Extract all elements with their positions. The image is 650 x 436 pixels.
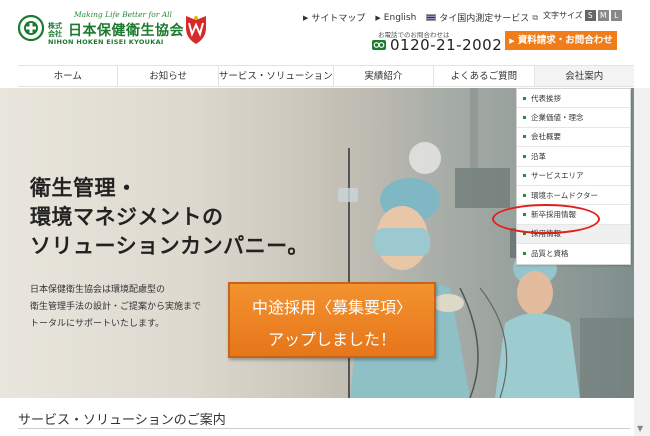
- request-info-contact-label: 資料請求・お問合わせ: [517, 35, 613, 46]
- page-scrollbar[interactable]: [634, 88, 650, 436]
- english-link[interactable]: ▶ English: [375, 11, 416, 24]
- nav-item-services[interactable]: サービス・ソリューション: [219, 66, 334, 86]
- recruitment-banner-title: 中途採用〈募集要項〉: [251, 298, 412, 317]
- logo-company-name: 日本保健衛生協会: [68, 23, 184, 39]
- phone-contact[interactable]: 0120-21-2002: [372, 36, 502, 54]
- triangle-right-icon: ▶: [303, 13, 309, 22]
- hero-headline-line: 衛生管理・: [30, 176, 138, 200]
- bullet-square-icon: [523, 96, 526, 100]
- global-nav: ホーム お知らせ サービス・ソリューション 実績紹介 よくあるご質問 会社案内: [18, 65, 634, 87]
- mid-career-recruitment-banner[interactable]: 中途採用〈募集要項〉 アップしました！: [228, 282, 436, 358]
- thailand-service-link[interactable]: タイ国内測定サービス ⧉: [426, 11, 538, 24]
- free-dial-icon: [372, 40, 386, 50]
- recruitment-banner-subtitle: アップしました！: [267, 330, 396, 349]
- sitemap-link[interactable]: ▶ サイトマップ: [303, 11, 366, 25]
- english-link-label: English: [383, 12, 417, 23]
- phone-number: 0120-21-2002: [390, 36, 503, 54]
- submenu-item-overview[interactable]: 会社概要: [517, 128, 630, 148]
- site-header: Making Life Better for All 株式会社 日本保健衛生協会…: [0, 0, 650, 60]
- scroll-down-arrow-icon[interactable]: ▼: [637, 424, 643, 433]
- utility-links: ▶ サイトマップ ▶ English タイ国内測定サービス ⧉: [303, 11, 548, 25]
- section-divider: [18, 428, 630, 429]
- submenu-item-label: 品質と資格: [531, 249, 569, 259]
- hero-headline: 衛生管理・ 環境マネジメントの ソリューションカンパニー。: [30, 174, 309, 261]
- hero-headline-line: 環境マネジメントの: [30, 205, 224, 229]
- submenu-item-values[interactable]: 企業価値・理念: [517, 108, 630, 128]
- hero-headline-line: ソリューションカンパニー。: [30, 234, 309, 258]
- hero-description-line: 衛生管理手法の設計・ご提案から実施まで: [30, 302, 202, 312]
- thailand-flag-icon: [426, 14, 437, 21]
- section-title-services: サービス・ソリューションのご案内: [18, 413, 226, 428]
- hero-description-line: 日本保健衛生協会は環境配慮型の: [30, 285, 166, 295]
- external-link-icon: ⧉: [532, 12, 539, 22]
- logo-company-name-en: NIHON HOKEN EISEI KYOUKAI: [48, 38, 164, 46]
- submenu-item-history[interactable]: 沿革: [517, 147, 630, 167]
- triangle-right-icon: ▶: [509, 37, 515, 45]
- submenu-item-label: 会社概要: [531, 132, 561, 142]
- hero-description: 日本保健衛生協会は環境配慮型の 衛生管理手法の設計・ご提案から実施まで トータル…: [30, 282, 201, 333]
- submenu-item-greeting[interactable]: 代表挨拶: [517, 89, 630, 109]
- submenu-item-label: 沿革: [531, 151, 546, 161]
- font-size-medium-button[interactable]: M: [597, 10, 609, 21]
- bullet-square-icon: [523, 193, 526, 197]
- company-emblem-icon: [18, 14, 44, 42]
- font-size-small-button[interactable]: S: [584, 10, 596, 21]
- company-submenu: 代表挨拶 企業価値・理念 会社概要 沿革 サービスエリア 環境ホームドクター 新…: [516, 88, 631, 265]
- nav-item-news[interactable]: お知らせ: [118, 66, 219, 86]
- thailand-service-link-label: タイ国内測定サービス: [439, 14, 530, 24]
- highlight-annotation-ellipse: [492, 204, 600, 234]
- certification-badge-icon: [186, 16, 206, 44]
- submenu-item-quality[interactable]: 品質と資格: [517, 244, 630, 263]
- logo-tagline: Making Life Better for All: [74, 10, 172, 19]
- bullet-square-icon: [523, 174, 526, 178]
- submenu-item-label: 代表挨拶: [531, 93, 561, 103]
- font-size-label: 文字サイズ: [543, 11, 583, 20]
- submenu-item-label: 企業価値・理念: [531, 113, 584, 123]
- submenu-item-home-doctor[interactable]: 環境ホームドクター: [517, 186, 630, 206]
- sitemap-link-label: サイトマップ: [311, 14, 366, 24]
- request-info-contact-button[interactable]: ▶ 資料請求・お問合わせ: [505, 31, 617, 50]
- nav-item-faq[interactable]: よくあるご質問: [434, 66, 535, 86]
- submenu-item-label: 環境ホームドクター: [531, 190, 598, 200]
- nav-item-company[interactable]: 会社案内: [534, 66, 634, 86]
- bullet-square-icon: [523, 252, 526, 256]
- hero-description-line: トータルにサポートいたします。: [30, 319, 165, 329]
- font-size-large-button[interactable]: L: [610, 10, 622, 21]
- company-logo[interactable]: Making Life Better for All 株式会社 日本保健衛生協会…: [18, 10, 184, 46]
- bullet-square-icon: [523, 135, 526, 139]
- submenu-item-service-area[interactable]: サービスエリア: [517, 167, 630, 186]
- font-size-switcher: 文字サイズ S M L: [543, 10, 622, 21]
- nav-item-achievements[interactable]: 実績紹介: [334, 66, 435, 86]
- submenu-item-label: サービスエリア: [531, 171, 584, 181]
- logo-company-type: 株式会社: [48, 22, 62, 38]
- bullet-square-icon: [523, 154, 526, 158]
- triangle-right-icon: ▶: [375, 13, 381, 22]
- bullet-square-icon: [523, 116, 526, 120]
- nav-item-home[interactable]: ホーム: [18, 66, 119, 86]
